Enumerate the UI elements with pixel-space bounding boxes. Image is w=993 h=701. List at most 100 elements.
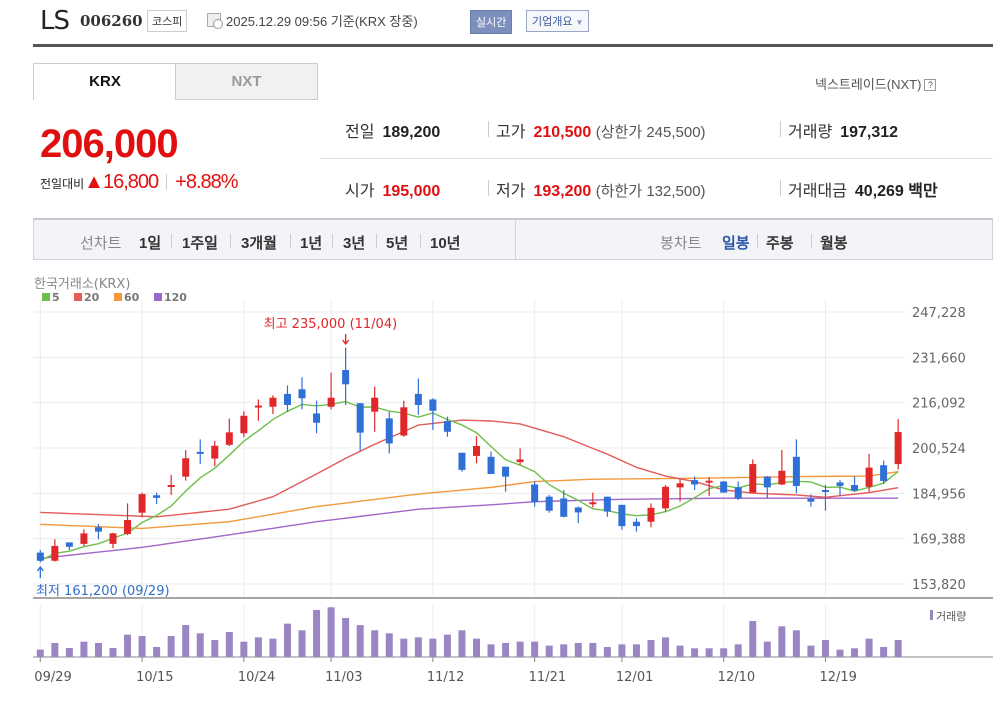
candle-down xyxy=(792,456,800,486)
volume-bar xyxy=(443,634,451,657)
stock-chart[interactable]: 247,228 231,660 216,092 200,524 184,956 169,3… xyxy=(0,0,993,701)
x-tick-label: 12/19 xyxy=(819,670,856,685)
candle-up xyxy=(894,432,902,465)
volume-bar xyxy=(153,647,161,657)
x-tick-label: 11/12 xyxy=(427,670,464,685)
legend-swatch-ma60 xyxy=(114,293,122,301)
candle-up xyxy=(676,483,684,488)
volume-bar xyxy=(821,640,829,657)
volume-bar xyxy=(778,626,786,657)
candle-up xyxy=(167,485,175,488)
legend-label-ma60: 60 xyxy=(124,291,140,304)
volume-bar xyxy=(836,649,844,657)
ma20-line xyxy=(40,419,899,518)
volume-bar xyxy=(894,640,902,657)
volume-bar xyxy=(531,641,539,657)
volume-bar xyxy=(792,630,800,657)
x-tick-label: 10/24 xyxy=(238,670,275,685)
volume-bar xyxy=(80,641,88,657)
volume-bar xyxy=(662,637,670,657)
volume-bar xyxy=(618,644,626,657)
candle-down xyxy=(720,481,728,493)
y-tick-label: 169,388 xyxy=(912,533,966,548)
candle-down xyxy=(691,480,699,485)
volume-bar xyxy=(574,642,582,657)
candle-down xyxy=(313,413,321,423)
legend-label-ma20: 20 xyxy=(84,291,100,304)
volume-bar xyxy=(225,632,233,657)
volume-legend-label: 거래량 xyxy=(936,610,966,623)
volume-legend-swatch xyxy=(930,610,933,620)
volume-bar xyxy=(473,638,480,657)
candle-down xyxy=(414,393,422,405)
volume-bar xyxy=(36,649,44,657)
candle-down xyxy=(632,521,640,527)
candle-down xyxy=(385,418,393,444)
volume-bar xyxy=(763,641,771,657)
candle-down xyxy=(298,389,306,399)
candle-down xyxy=(429,399,437,411)
volume-bar xyxy=(298,630,306,657)
volume-bar xyxy=(327,607,335,657)
x-tick-label: 11/21 xyxy=(529,670,566,685)
x-tick-label: 12/10 xyxy=(718,670,755,685)
candle-up xyxy=(269,397,277,407)
candle-up xyxy=(400,407,408,436)
candle-up xyxy=(254,405,262,408)
legend-swatch-ma20 xyxy=(74,293,82,301)
y-tick-label: 200,524 xyxy=(912,442,966,457)
candle-up xyxy=(589,502,597,505)
candle-up xyxy=(109,533,117,544)
candle-down xyxy=(734,487,742,499)
volume-bar xyxy=(414,637,422,657)
volume-bar xyxy=(94,642,102,657)
x-tick-label: 11/03 xyxy=(325,670,362,685)
volume-bar xyxy=(429,638,437,657)
volume-bar xyxy=(880,647,888,657)
candle-down xyxy=(443,420,451,432)
candle-up xyxy=(124,519,132,534)
volume-bar xyxy=(342,617,350,657)
candle-up xyxy=(240,415,248,434)
legend-swatch-ma120 xyxy=(154,293,162,301)
y-tick-label: 216,092 xyxy=(912,397,966,412)
candle-up xyxy=(138,494,146,513)
volume-bar xyxy=(865,638,873,657)
volume-bar xyxy=(720,648,728,657)
volume-bar xyxy=(313,609,321,657)
candle-down xyxy=(342,370,350,385)
candle-down xyxy=(356,403,364,433)
candle-down xyxy=(560,498,568,517)
volume-bar xyxy=(356,625,364,657)
candle-down xyxy=(502,466,510,477)
low-annotation: 최저 161,200 (09/29) xyxy=(36,584,170,599)
candle-down xyxy=(603,496,611,512)
candle-up xyxy=(516,459,524,463)
volume-bar xyxy=(560,644,568,657)
y-tick-label: 184,956 xyxy=(912,487,966,502)
volume-bar xyxy=(676,645,684,657)
candle-down xyxy=(807,498,815,502)
volume-bar xyxy=(487,644,495,657)
volume-bar xyxy=(632,644,640,657)
legend-swatch-ma5 xyxy=(42,293,50,301)
volume-bar xyxy=(589,642,597,657)
candle-up xyxy=(473,446,480,456)
y-tick-label: 247,228 xyxy=(912,306,966,321)
volume-bar xyxy=(516,641,524,657)
volume-bar xyxy=(705,648,713,657)
legend-label-ma120: 120 xyxy=(164,291,187,304)
candle-down xyxy=(36,552,44,561)
candle-up xyxy=(327,397,335,407)
candle-down xyxy=(531,484,539,503)
candle-up xyxy=(865,467,873,487)
candle-up xyxy=(647,507,655,522)
volume-bar xyxy=(502,642,510,657)
volume-bar xyxy=(254,637,262,657)
candle-down xyxy=(283,393,291,405)
candle-down xyxy=(821,490,829,493)
exchange-label: 한국거래소(KRX) xyxy=(34,277,130,292)
volume-bar xyxy=(647,640,655,657)
volume-bar xyxy=(385,633,393,657)
candle-up xyxy=(662,486,670,509)
